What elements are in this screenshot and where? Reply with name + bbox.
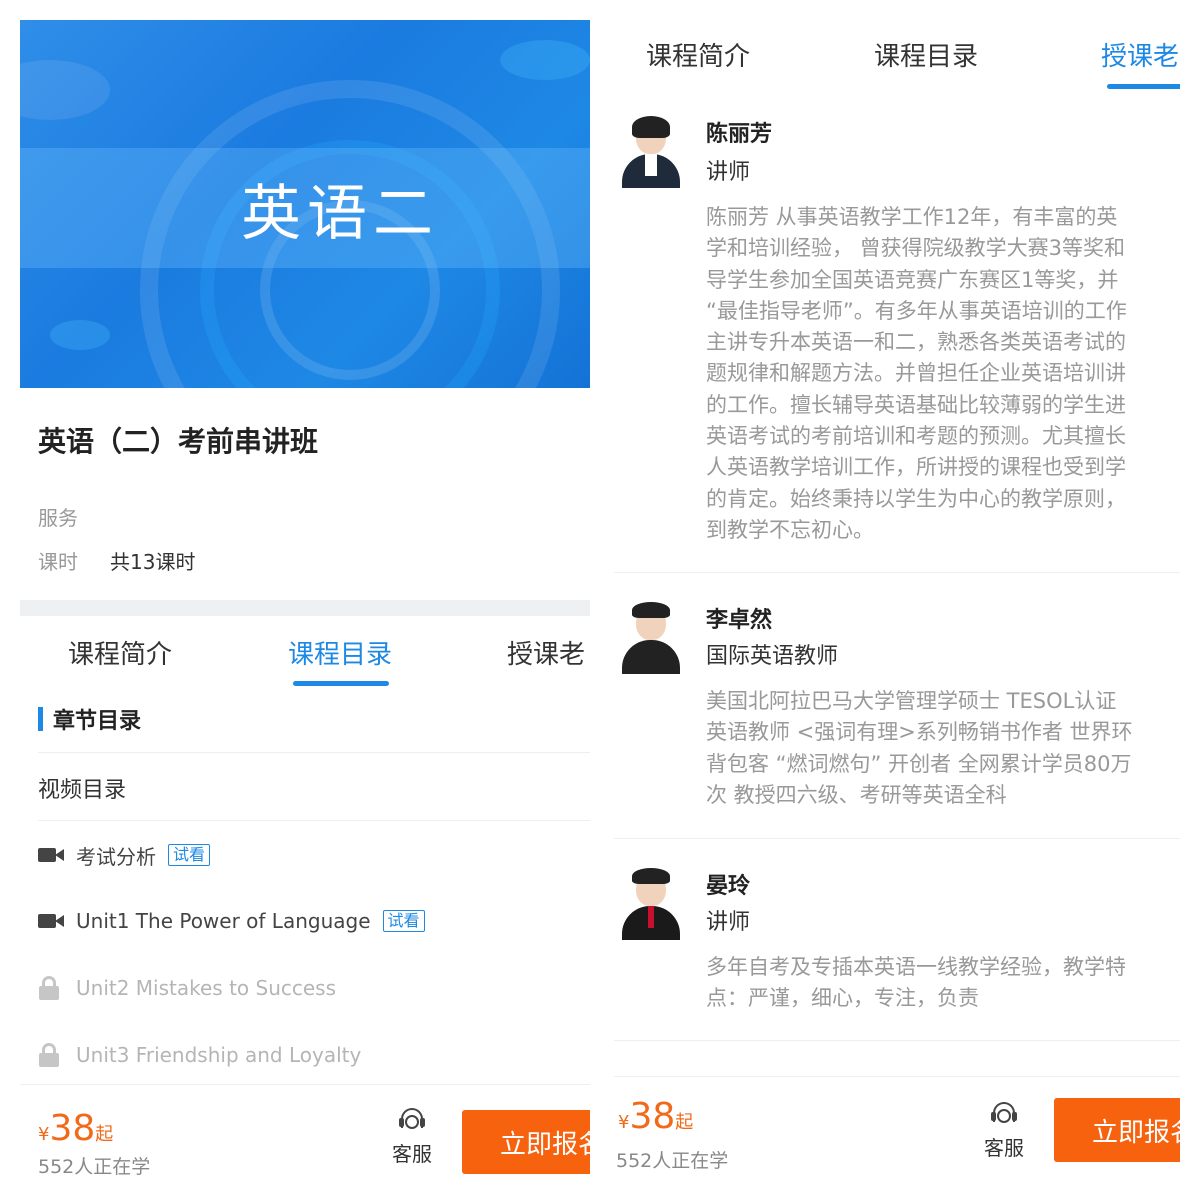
- lesson-item[interactable]: Unit1 The Power of Language 试看: [38, 906, 425, 936]
- video-camera-icon: [38, 912, 68, 930]
- teacher-name: 陈丽芳: [706, 122, 773, 147]
- price: ¥38起: [38, 1108, 113, 1149]
- teacher-bio-line: 陈丽芳 从事英语教学工作12年，有丰富的英: [706, 205, 1118, 229]
- teacher-name: 李卓然: [706, 608, 773, 633]
- course-banner: 英语二: [20, 20, 590, 388]
- tab-bar: 课程简介 课程目录 授课老: [614, 36, 1180, 106]
- teacher-bio-line: 美国北阿拉巴马大学管理学硕士 TESOL认证: [706, 689, 1117, 713]
- teacher-title: 讲师: [706, 160, 751, 185]
- teacher-bio-line: 多年自考及专插本英语一线教学经验，教学特: [706, 955, 1126, 979]
- teacher-title: 国际英语教师: [706, 644, 839, 669]
- customer-service-button[interactable]: 客服: [974, 1100, 1034, 1161]
- learner-count: 552人正在学: [38, 1156, 151, 1178]
- price-value: 38: [49, 1108, 96, 1149]
- lesson-title: 考试分析: [76, 844, 156, 869]
- lesson-item-locked[interactable]: Unit3 Friendship and Loyalty: [38, 1040, 361, 1070]
- currency-symbol: ¥: [38, 1124, 50, 1145]
- hours-value: 共13课时: [110, 550, 196, 574]
- active-tab-indicator: [293, 681, 389, 686]
- price-value: 38: [629, 1096, 676, 1137]
- tab-teachers[interactable]: 授课老: [507, 634, 585, 671]
- teacher-bio-line: 题规律和解题方法。并曾担任企业英语培训讲: [706, 361, 1126, 386]
- heading-accent-bar: [38, 707, 43, 731]
- chapter-catalog-heading: 章节目录: [38, 706, 142, 734]
- tab-course-intro[interactable]: 课程简介: [68, 634, 172, 671]
- lesson-item[interactable]: 考试分析 试看: [38, 840, 211, 870]
- teacher-bio-line: 主讲专升本英语一和二，熟悉各类英语考试的: [706, 330, 1126, 355]
- teacher-bio: 多年自考及专插本英语一线教学经验，教学特 点：严谨，细心，专注，负责: [706, 952, 1180, 1015]
- lock-icon: [38, 976, 68, 1000]
- service-label: 服务: [38, 506, 78, 530]
- banner-decoration: [50, 320, 110, 350]
- video-camera-icon: [38, 846, 68, 864]
- price-suffix: 起: [675, 1112, 694, 1133]
- banner-title: 英语二: [241, 178, 439, 249]
- teacher-bio-line: 背包客 “燃词燃句” 开创者 全网累计学员80万: [706, 751, 1132, 776]
- lesson-title: Unit3 Friendship and Loyalty: [76, 1043, 362, 1067]
- bottom-bar-border: [20, 1084, 590, 1085]
- headset-icon: [990, 1100, 1018, 1128]
- learner-count: 552人正在学: [616, 1150, 729, 1172]
- divider: [614, 838, 1180, 839]
- divider: [614, 1040, 1180, 1041]
- teacher-title: 讲师: [706, 910, 751, 935]
- bottom-action-bar: ¥38起 552人正在学 客服 立即报名: [614, 1092, 1180, 1182]
- divider: [38, 820, 590, 821]
- teacher-bio-line: 到教学不忘初心。: [706, 517, 874, 542]
- bottom-action-bar: ¥38起 552人正在学 客服 立即报名: [20, 1100, 590, 1190]
- bottom-bar-border: [614, 1076, 1180, 1077]
- teacher-bio-line: 英语教师 <强词有理>系列畅销书作者 世界环: [706, 720, 1133, 745]
- trial-badge: 试看: [382, 910, 425, 932]
- tab-course-catalog[interactable]: 课程目录: [874, 36, 978, 73]
- section-gap: [20, 600, 590, 616]
- lesson-item-locked[interactable]: Unit2 Mistakes to Success: [38, 973, 336, 1003]
- teacher-avatar: [618, 600, 684, 674]
- teacher-bio-line: 人英语教学培训工作，所讲授的课程也受到学: [706, 455, 1126, 480]
- divider: [614, 572, 1180, 573]
- tab-course-intro[interactable]: 课程简介: [646, 36, 750, 73]
- chapter-catalog-title: 章节目录: [53, 709, 142, 734]
- teacher-bio-line: 学和培训经验， 曾获得院级教学大赛3等奖和: [706, 236, 1126, 261]
- teacher-bio-line: 导学生参加全国英语竞赛广东赛区1等奖，并: [706, 267, 1119, 292]
- lesson-title: Unit1 The Power of Language: [76, 909, 371, 933]
- video-catalog-label: 视频目录: [38, 778, 127, 803]
- course-detail-left-screen: 英语二 英语（二）考前串讲班 服务 课时 共13课时 课程简介 课程目录 授课老…: [20, 20, 590, 1190]
- tab-course-catalog[interactable]: 课程目录: [288, 634, 392, 671]
- tab-bar: 课程简介 课程目录 授课老: [20, 634, 590, 704]
- tab-teachers[interactable]: 授课老: [1101, 36, 1179, 73]
- enroll-now-button[interactable]: 立即报名: [1054, 1098, 1180, 1162]
- lock-icon: [38, 1043, 68, 1067]
- banner-decoration: [20, 60, 110, 120]
- enroll-now-button[interactable]: 立即报名: [462, 1110, 590, 1174]
- customer-service-label: 客服: [392, 1142, 432, 1166]
- customer-service-label: 客服: [984, 1136, 1024, 1160]
- teacher-bio: 美国北阿拉巴马大学管理学硕士 TESOL认证 英语教师 <强词有理>系列畅销书作…: [706, 686, 1180, 811]
- customer-service-button[interactable]: 客服: [382, 1106, 442, 1167]
- teacher-bio-line: 的工作。擅长辅导英语基础比较薄弱的学生进: [706, 392, 1126, 417]
- teacher-bio: 陈丽芳 从事英语教学工作12年，有丰富的英 学和培训经验， 曾获得院级教学大赛3…: [706, 202, 1180, 546]
- teacher-bio-line: 点：严谨，细心，专注，负责: [706, 986, 979, 1011]
- lesson-title: Unit2 Mistakes to Success: [76, 976, 337, 1000]
- teacher-bio-line: 英语考试的考前培训和考题的预测。尤其擅长: [706, 424, 1126, 449]
- headset-icon: [398, 1106, 426, 1134]
- teacher-bio-line: “最佳指导老师”。有多年从事英语培训的工作: [706, 298, 1127, 323]
- teacher-bio-line: 的肯定。始终秉持以学生为中心的教学原则，: [706, 486, 1126, 511]
- trial-badge: 试看: [168, 844, 211, 866]
- hours-label: 课时: [38, 550, 78, 574]
- banner-decoration: [500, 40, 590, 80]
- price: ¥38起: [618, 1096, 693, 1137]
- divider: [38, 752, 590, 753]
- course-title: 英语（二）考前串讲班: [38, 425, 319, 458]
- teacher-avatar: [618, 866, 684, 940]
- currency-symbol: ¥: [618, 1112, 630, 1133]
- price-suffix: 起: [95, 1124, 114, 1145]
- teacher-avatar: [618, 114, 684, 188]
- teacher-bio-line: 次 教授四六级、考研等英语全科: [706, 782, 1007, 807]
- teacher-name: 晏玲: [706, 874, 751, 899]
- active-tab-indicator: [1107, 84, 1180, 89]
- course-detail-right-screen: 课程简介 课程目录 授课老 陈丽芳 讲师 陈丽芳 从事英语教学工作12年，有丰富…: [614, 0, 1180, 1200]
